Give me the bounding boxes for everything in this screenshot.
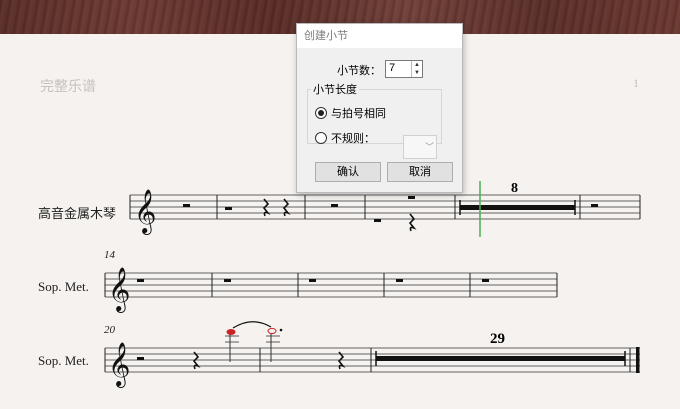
treble-clef-icon: 𝄞 (134, 189, 156, 235)
measure-length-label: 小节长度 (313, 84, 357, 96)
half-rest (591, 204, 598, 207)
treble-clef-icon: 𝄞 (108, 342, 130, 388)
spin-arrows[interactable]: ▲ ▼ (411, 61, 422, 77)
half-rest (225, 207, 232, 210)
multirest-bar (376, 356, 625, 361)
radio-irregular[interactable]: 不规则： (315, 130, 375, 146)
quarter-rest (337, 351, 346, 370)
measure-count-spinbox[interactable]: 7 ▲ ▼ (385, 60, 423, 78)
tied-note[interactable] (267, 327, 277, 335)
quarter-rest (262, 198, 271, 217)
spin-up-icon[interactable]: ▲ (412, 61, 422, 69)
note-with-ledger-lines[interactable] (225, 321, 283, 362)
spin-down-icon[interactable]: ▼ (412, 69, 422, 77)
half-rest (137, 279, 144, 282)
measure-count-value[interactable]: 7 (389, 62, 395, 74)
radio-same-as-time-signature[interactable]: 与拍号相同 (315, 105, 386, 121)
half-rest (482, 279, 489, 282)
chevron-down-icon: ﹀ (424, 142, 434, 152)
create-measures-dialog[interactable]: 创建小节 小节数： 7 ▲ ▼ 小节长度 与拍号相同 不规则： ﹀ 确认 取消 (296, 23, 463, 193)
half-rest (137, 357, 144, 360)
irregular-length-dropdown[interactable]: ﹀ (403, 135, 437, 159)
treble-clef-icon: 𝄞 (108, 267, 130, 313)
measure-count-label: 小节数： (337, 65, 381, 77)
measure-length-group: 小节长度 与拍号相同 不规则： ﹀ (307, 81, 442, 159)
half-rest (183, 204, 190, 207)
final-barline (636, 347, 640, 373)
radio-unselected-icon[interactable] (315, 132, 327, 144)
half-rest (408, 196, 415, 199)
half-rest (224, 279, 231, 282)
half-rest (309, 279, 316, 282)
half-rest (396, 279, 403, 282)
staff-system2 (105, 272, 557, 298)
half-rest (331, 204, 338, 207)
quarter-rest (282, 198, 291, 217)
ok-button[interactable]: 确认 (315, 162, 381, 182)
half-rest (374, 219, 381, 222)
radio-selected-icon[interactable] (315, 107, 327, 119)
selected-note[interactable] (226, 329, 236, 335)
dialog-title[interactable]: 创建小节 (297, 24, 462, 48)
multirest-bar (460, 205, 575, 210)
cancel-button[interactable]: 取消 (387, 162, 453, 182)
quarter-rest (408, 213, 417, 232)
tie (232, 321, 272, 329)
quarter-rest (192, 351, 201, 370)
